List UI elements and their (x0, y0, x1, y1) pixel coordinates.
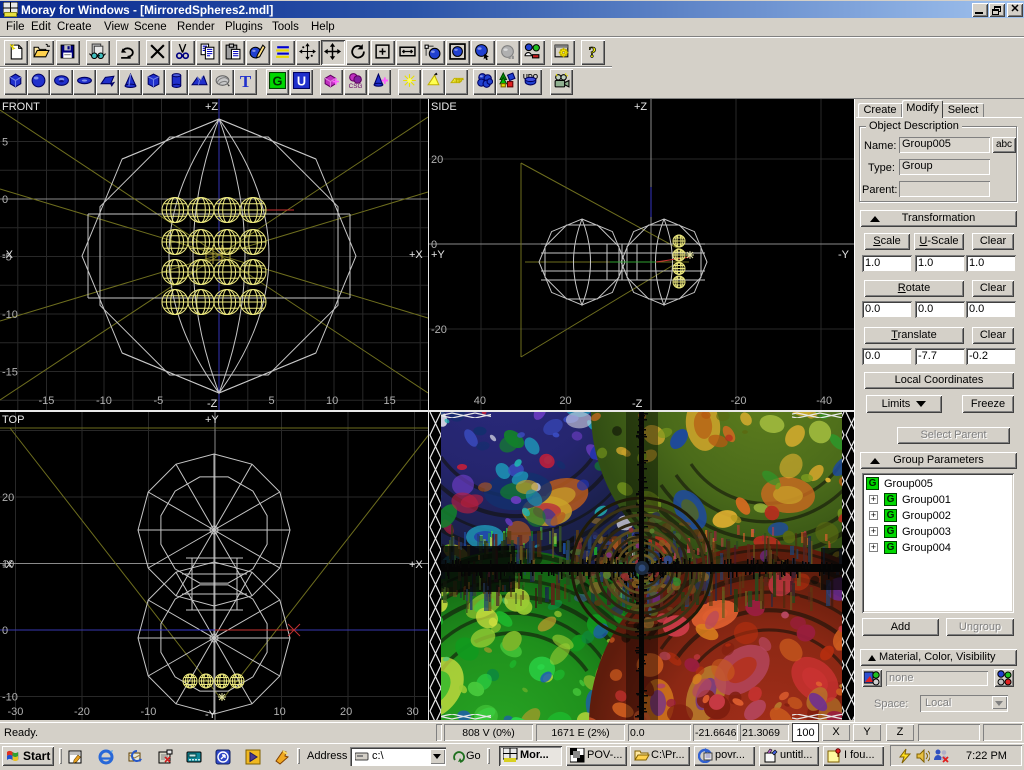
svg-text:30: 30 (407, 706, 419, 718)
svg-text:15: 15 (384, 395, 396, 407)
svg-text:+Z: +Z (634, 101, 647, 113)
svg-text:?: ? (589, 44, 597, 60)
svg-text:20: 20 (559, 395, 571, 407)
svg-text:20: 20 (431, 154, 443, 166)
svg-text:10: 10 (2, 559, 14, 571)
svg-text:FRONT: FRONT (2, 101, 40, 113)
svg-text:CSG: CSG (349, 83, 363, 89)
svg-text:-15: -15 (39, 395, 55, 407)
svg-text:-40: -40 (816, 395, 832, 407)
svg-text:-20: -20 (74, 706, 90, 718)
svg-text:-5: -5 (154, 395, 164, 407)
svg-text:-15: -15 (2, 367, 18, 379)
svg-text:+Z: +Z (205, 101, 218, 113)
svg-text:-Y: -Y (838, 249, 850, 261)
svg-text:10: 10 (274, 706, 286, 718)
svg-text:-10: -10 (2, 692, 18, 704)
svg-text:-30: -30 (8, 706, 24, 718)
svg-text:U: U (297, 73, 306, 88)
svg-text:0: 0 (2, 625, 8, 637)
svg-text:0: 0 (2, 194, 8, 206)
svg-text:40: 40 (474, 395, 486, 407)
svg-text:-Y: -Y (205, 709, 217, 720)
svg-text:-10: -10 (96, 395, 112, 407)
svg-text:10: 10 (326, 395, 338, 407)
svg-text:+X: +X (409, 249, 423, 261)
svg-text:20: 20 (2, 492, 14, 504)
svg-text:-20: -20 (731, 395, 747, 407)
svg-text:5: 5 (2, 137, 8, 149)
svg-text:20: 20 (340, 706, 352, 718)
svg-text:5: 5 (269, 395, 275, 407)
svg-text:+Y: +Y (205, 414, 219, 426)
svg-text:TOP: TOP (2, 414, 24, 426)
svg-text:SIDE: SIDE (431, 101, 457, 113)
svg-text:-10: -10 (141, 706, 157, 718)
svg-text:0: 0 (431, 239, 437, 251)
svg-text:T: T (240, 72, 252, 89)
svg-text:+X: +X (409, 559, 423, 571)
svg-text:G: G (273, 73, 283, 88)
svg-text:-10: -10 (2, 309, 18, 321)
svg-text:-5: -5 (2, 252, 12, 264)
svg-text:-Z: -Z (207, 398, 218, 410)
svg-text:-Z: -Z (632, 398, 643, 410)
svg-text:-20: -20 (431, 324, 447, 336)
